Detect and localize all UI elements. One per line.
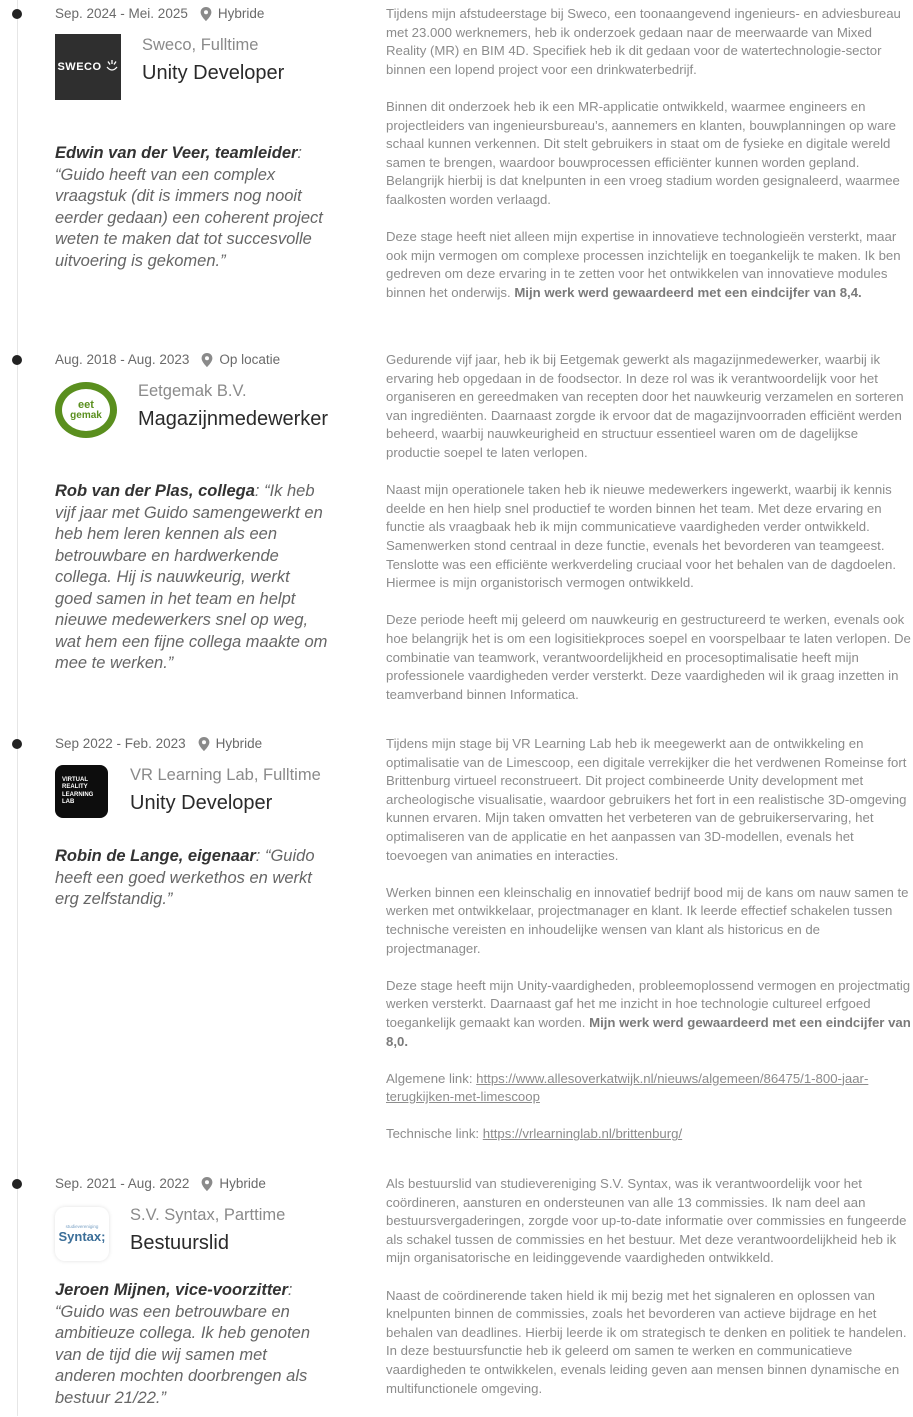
entry-period: Sep. 2021 - Aug. 2022	[55, 1176, 190, 1191]
entry-description: Gedurende vijf jaar, heb ik bij Eetgemak…	[386, 351, 913, 723]
description-paragraph: Deze stage heeft niet alleen mijn expert…	[386, 228, 913, 302]
description-paragraph: Werken binnen een kleinschalig en innova…	[386, 884, 909, 956]
testimonial-author-role: teamleider	[214, 144, 298, 162]
company-name: Sweco, Fulltime	[142, 36, 259, 54]
eetgemak-logo: eet gemak	[55, 382, 117, 438]
description-paragraph: Tijdens mijn afstudeerstage bij Sweco, e…	[386, 6, 901, 77]
timeline-dot	[12, 355, 22, 365]
description-paragraph: Binnen dit onderzoek heb ik een MR-appli…	[386, 98, 900, 207]
location-pin-icon	[200, 6, 212, 21]
testimonial-author: Edwin van der Veer	[55, 144, 206, 162]
location-pin-icon	[201, 352, 213, 367]
timeline-dot	[12, 1179, 22, 1189]
entry-location: Hybride	[215, 736, 263, 751]
logo-text: LEARNING	[62, 791, 94, 798]
testimonial-text: “Ik heb vijf jaar met Guido samengewerkt…	[55, 482, 328, 672]
description-paragraph: Gedurende vijf jaar, heb ik bij Eetgemak…	[386, 352, 904, 460]
entry-meta: Sep. 2024 - Mei. 2025 Hybride	[55, 6, 264, 21]
logo-text: Syntax;	[58, 1229, 106, 1244]
timeline-line	[17, 0, 18, 1416]
entry-location: Op locatie	[219, 352, 281, 367]
company-name: Eetgemak B.V.	[138, 382, 247, 400]
description-paragraph: Deze periode heeft mij geleerd om nauwke…	[386, 612, 911, 702]
technical-link-label: Technische link:	[386, 1126, 480, 1142]
testimonial-author-role: vice-voorzitter	[175, 1281, 288, 1299]
entry-description: Als bestuurslid van studievereniging S.V…	[386, 1175, 913, 1417]
testimonial-text: “Guido was een betrouwbare en ambitieuze…	[55, 1302, 311, 1407]
syntax-logo: studievereniging Syntax;	[55, 1207, 109, 1261]
technical-link[interactable]: https://vrlearninglab.nl/brittenburg/	[483, 1126, 682, 1141]
testimonial: Jeroen Mijnen, vice-voorzitter: “Guido w…	[55, 1281, 311, 1407]
testimonial: Edwin van der Veer, teamleider: “Guido h…	[55, 144, 323, 270]
logo-text: SWECO	[57, 61, 102, 73]
entry-meta: Sep. 2021 - Aug. 2022 Hybride	[55, 1176, 266, 1191]
location-pin-icon	[198, 736, 210, 751]
entry-location: Hybride	[219, 1176, 266, 1191]
logo-text: VIRTUAL	[62, 776, 88, 783]
job-title: Unity Developer	[142, 62, 285, 84]
testimonial: Robin de Lange, eigenaar: “Guido heeft e…	[55, 847, 315, 908]
description-paragraph: Naast mijn operationele taken heb ik nie…	[386, 482, 897, 591]
testimonial-author-role: collega	[198, 482, 255, 500]
entry-description: Tijdens mijn afstudeerstage bij Sweco, e…	[386, 5, 913, 321]
timeline-dot	[12, 739, 22, 749]
vr-learning-lab-logo: VIRTUAL REALITY LEARNING LAB	[55, 765, 108, 818]
logo-text: eet	[78, 398, 94, 411]
description-paragraph: Als bestuurslid van studievereniging S.V…	[386, 1176, 907, 1266]
logo-text: gemak	[70, 409, 102, 421]
testimonial-author-role: eigenaar	[187, 847, 256, 865]
description-paragraph: Deze stage heeft mijn Unity-vaardigheden…	[386, 977, 913, 1051]
logo-text: REALITY	[62, 784, 88, 790]
entry-period: Aug. 2018 - Aug. 2023	[55, 352, 190, 367]
testimonial-author: Rob van der Plas	[55, 482, 189, 500]
job-title: Magazijnmedewerker	[138, 408, 329, 430]
testimonial-author: Jeroen Mijnen	[55, 1281, 166, 1299]
entry-meta: Sep 2022 - Feb. 2023 Hybride	[55, 736, 262, 751]
logo-text: LAB	[62, 799, 75, 805]
general-link-label: Algemene link:	[386, 1070, 473, 1086]
entry-description: Tijdens mijn stage bij VR Learning Lab h…	[386, 735, 913, 1163]
entry-period: Sep. 2024 - Mei. 2025	[55, 6, 188, 21]
entry-location: Hybride	[217, 6, 265, 21]
description-paragraph: Tijdens mijn stage bij VR Learning Lab h…	[386, 736, 907, 863]
testimonial: Rob van der Plas, collega: “Ik heb vijf …	[55, 482, 328, 672]
description-paragraph: Naast de coördinerende taken hield ik mi…	[386, 1287, 907, 1396]
entry-period: Sep 2022 - Feb. 2023	[55, 736, 186, 751]
company-name: VR Learning Lab, Fulltime	[130, 766, 321, 784]
job-title: Bestuurslid	[130, 1232, 229, 1254]
testimonial-text: “Guido heeft van een complex vraagstuk (…	[55, 165, 323, 270]
testimonial-author: Robin de Lange	[55, 847, 179, 865]
entry-meta: Aug. 2018 - Aug. 2023 Op locatie	[55, 352, 280, 367]
timeline-dot	[12, 9, 22, 19]
company-name: S.V. Syntax, Parttime	[130, 1206, 286, 1224]
general-link-row: Algemene link: https://www.allesoverkatw…	[386, 1070, 913, 1107]
sweco-mark-icon	[106, 60, 118, 71]
job-title: Unity Developer	[130, 792, 273, 814]
location-pin-icon	[201, 1176, 213, 1191]
sweco-logo: SWECO	[55, 34, 121, 100]
technical-link-row: Technische link: https://vrlearninglab.n…	[386, 1125, 913, 1144]
grade-highlight: Mijn werk werd gewaardeerd met een eindc…	[514, 284, 862, 300]
